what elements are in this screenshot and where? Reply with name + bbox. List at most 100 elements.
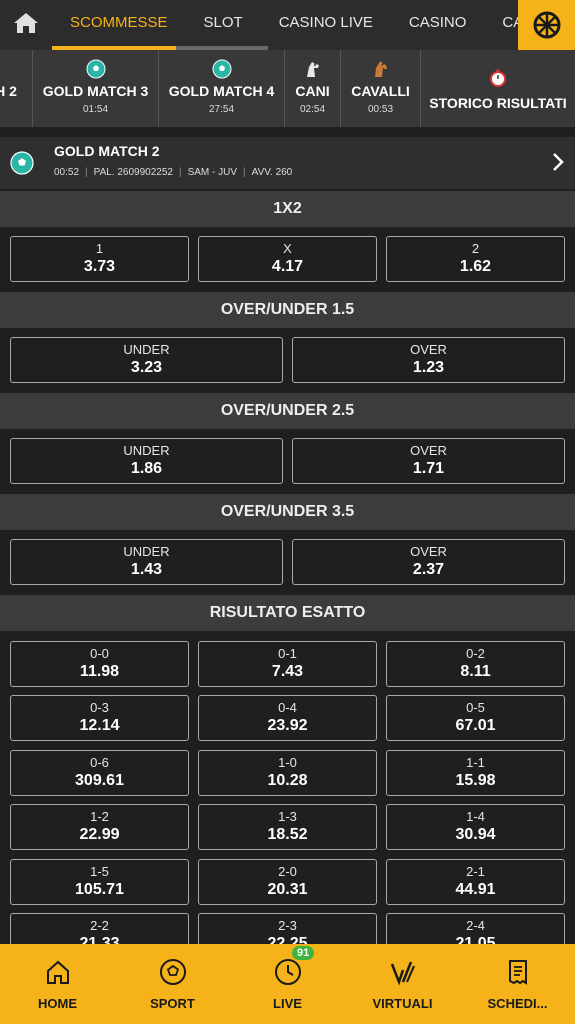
tab-slot[interactable]: SLOT	[186, 0, 261, 46]
odd-button[interactable]: 1 3.73	[10, 236, 189, 282]
virtual-icon	[390, 961, 415, 986]
bottom-nav-label: SPORT	[150, 996, 195, 1011]
game-item-storico-risultati[interactable]: STORICO RISULTATI	[421, 50, 575, 127]
odd-value: 44.91	[455, 881, 496, 898]
odd-label: 0-2	[466, 646, 485, 661]
odd-button[interactable]: 1-4 30.94	[386, 804, 565, 850]
match-info: 00:52 | PAL. 2609902252 | SAM - JUV | AVV. 260	[54, 167, 293, 178]
odd-value: 8.11	[460, 663, 491, 680]
odd-label: 2-1	[466, 864, 485, 879]
odd-value: 1.62	[459, 258, 492, 275]
odd-label: 1-0	[278, 755, 297, 770]
game-name: CANI	[295, 83, 330, 99]
game-time: 27:54	[208, 104, 235, 115]
odd-button[interactable]: 1-1 15.98	[386, 750, 565, 796]
odd-label: 2-3	[278, 918, 297, 933]
odd-label: 0-5	[466, 700, 485, 715]
odd-button[interactable]: 0-1 7.43	[198, 641, 377, 687]
odd-button[interactable]: 0-5 67.01	[386, 695, 565, 741]
bottom-nav-label: VIRTUALI	[372, 996, 433, 1011]
odd-value: 4.17	[271, 258, 304, 275]
game-item-gold-match-4[interactable]: GOLD MATCH 4 27:54	[159, 50, 285, 127]
odd-button[interactable]: X 4.17	[198, 236, 377, 282]
odd-button[interactable]: 2-0 20.31	[198, 859, 377, 905]
odd-button[interactable]: OVER 1.23	[292, 337, 565, 383]
odd-label: 1-5	[90, 864, 109, 879]
odd-value: 23.92	[267, 717, 308, 734]
odd-button[interactable]: 0-2 8.11	[386, 641, 565, 687]
home-button[interactable]	[0, 0, 52, 46]
match-title: GOLD MATCH 2	[54, 143, 160, 159]
odd-value: 1.86	[130, 460, 163, 477]
odd-button[interactable]: 1-0 10.28	[198, 750, 377, 796]
game-item-gold-match-2[interactable]: H 2	[0, 50, 33, 127]
odd-label: X	[283, 241, 292, 256]
market-title-1x2: 1X2	[0, 191, 575, 227]
odd-value: 309.61	[75, 772, 124, 789]
odd-value: 22.99	[79, 826, 120, 843]
game-item-cani[interactable]: CANI 02:54	[285, 50, 341, 127]
odd-button[interactable]: OVER 1.71	[292, 438, 565, 484]
odd-button[interactable]: 1-3 18.52	[198, 804, 377, 850]
wheel-button[interactable]	[518, 0, 575, 50]
market-title-over-under-3-5: OVER/UNDER 3.5	[0, 494, 575, 530]
odd-label: 0-3	[90, 700, 109, 715]
odd-label: UNDER	[123, 443, 170, 458]
house-icon	[46, 960, 69, 984]
odd-button[interactable]: 1-2 22.99	[10, 804, 189, 850]
match-header[interactable]: GOLD MATCH 2 00:52 | PAL. 2609902252 | SAM -…	[0, 137, 575, 189]
odd-button[interactable]: 0-6 309.61	[10, 750, 189, 796]
odd-label: 0-6	[90, 755, 109, 770]
bottom-nav-label: SCHEDI...	[487, 996, 548, 1011]
bottom-nav-live[interactable]: LIVE 91	[230, 944, 345, 1024]
tab-scommesse[interactable]: SCOMMESSE	[52, 0, 186, 46]
odd-label: 1-3	[278, 809, 297, 824]
game-item-gold-match-3[interactable]: GOLD MATCH 3 01:54	[33, 50, 159, 127]
stopwatch-icon	[490, 69, 506, 87]
odd-value: 12.14	[79, 717, 120, 734]
odd-button[interactable]: UNDER 1.43	[10, 539, 283, 585]
top-nav: SCOMMESSE SLOT CASINO LIVE CASINO CARTE	[0, 0, 575, 50]
game-time: 02:54	[299, 104, 326, 115]
home-icon	[14, 13, 38, 33]
odd-button[interactable]: UNDER 1.86	[10, 438, 283, 484]
live-count-badge: 91	[292, 946, 315, 960]
receipt-icon	[508, 960, 527, 985]
odd-label: 0-1	[278, 646, 297, 661]
bottom-nav-schedine[interactable]: SCHEDI...	[460, 944, 575, 1024]
soccer-ball-icon	[10, 151, 34, 175]
odd-label: UNDER	[123, 544, 170, 559]
odd-button[interactable]: 1-5 105.71	[10, 859, 189, 905]
market-title-over-under-2-5: OVER/UNDER 2.5	[0, 393, 575, 429]
soccer-ball-icon	[159, 959, 186, 985]
odd-label: 1-4	[466, 809, 485, 824]
bottom-nav-virtuali[interactable]: VIRTUALI	[345, 944, 460, 1024]
odd-value: 1.23	[412, 359, 445, 376]
odd-button[interactable]: 0-0 11.98	[10, 641, 189, 687]
odd-button[interactable]: UNDER 3.23	[10, 337, 283, 383]
dog-icon	[306, 62, 319, 77]
odd-value: 2.37	[412, 561, 445, 578]
odd-value: 7.43	[271, 663, 304, 680]
match-avvenimento: AVV. 260	[251, 167, 293, 178]
bottom-nav-sport[interactable]: SPORT	[115, 944, 230, 1024]
odd-label: 1	[95, 241, 104, 256]
odd-button[interactable]: 0-3 12.14	[10, 695, 189, 741]
game-name: GOLD MATCH 4	[168, 83, 275, 99]
wheel-icon	[533, 11, 560, 39]
odd-value: 20.31	[267, 881, 308, 898]
odd-button[interactable]: OVER 2.37	[292, 539, 565, 585]
odd-button[interactable]: 2-1 44.91	[386, 859, 565, 905]
odd-value: 15.98	[455, 772, 496, 789]
tab-casino[interactable]: CASINO	[391, 0, 485, 46]
bottom-nav-home[interactable]: HOME	[0, 944, 115, 1024]
odd-button[interactable]: 0-4 23.92	[198, 695, 377, 741]
game-item-cavalli[interactable]: CAVALLI 00:53	[341, 50, 421, 127]
odd-label: 0-0	[90, 646, 109, 661]
odd-button[interactable]: 2 1.62	[386, 236, 565, 282]
odd-label: 1-2	[90, 809, 109, 824]
tab-casino-live[interactable]: CASINO LIVE	[261, 0, 391, 46]
match-time: 00:52	[54, 167, 80, 178]
market-title-risultato-esatto: RISULTATO ESATTO	[0, 595, 575, 631]
clock-icon	[274, 959, 301, 985]
